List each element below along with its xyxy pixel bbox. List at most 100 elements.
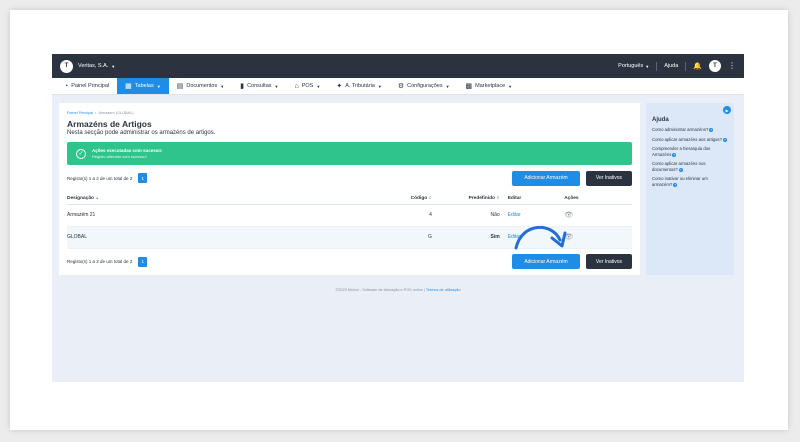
app-window: T Veritas, S.A. ▼ Português ▼ Ajuda 🔔 T … bbox=[52, 54, 744, 382]
nav-pos[interactable]: ⌂ POS ▼ bbox=[287, 78, 329, 94]
company-name: Veritas, S.A. bbox=[78, 63, 109, 69]
cell-actions: 👁 bbox=[564, 226, 632, 248]
help-panel: ▶ Ajuda Como administrar armazéns?? Como… bbox=[646, 103, 734, 275]
nav-painel-principal[interactable]: ◔ Painel Principal bbox=[56, 78, 117, 94]
help-circle-icon: ? bbox=[722, 137, 727, 142]
records-count: Registo(s) 1 a 2 de um total de 2 bbox=[67, 175, 133, 181]
add-warehouse-button[interactable]: Adicionar Armazém bbox=[512, 254, 580, 269]
language-selector[interactable]: Português ▼ bbox=[618, 63, 649, 69]
alert-title: Ações executadas com sucesso: bbox=[92, 148, 163, 153]
nav-label: POS bbox=[301, 83, 314, 89]
help-circle-icon: ? bbox=[673, 183, 678, 188]
help-circle-icon: ? bbox=[672, 152, 677, 157]
nav-label: Consultas bbox=[247, 83, 272, 89]
table-icon: ▦ bbox=[125, 82, 132, 90]
nav-marketplace[interactable]: ▩ Marketplace ▼ bbox=[458, 78, 521, 94]
language-label: Português bbox=[618, 63, 644, 69]
help-link[interactable]: Como aplicar armazéns nos documentos?? bbox=[652, 161, 728, 172]
marketplace-icon: ▩ bbox=[465, 82, 473, 90]
bell-icon[interactable]: 🔔 bbox=[693, 62, 702, 70]
main-panel: Painel Principal › Armazém (GLOBAL) Arma… bbox=[59, 103, 640, 275]
chevron-down-icon: ▼ bbox=[316, 83, 321, 89]
divider bbox=[685, 61, 687, 71]
chevron-down-icon: ▼ bbox=[508, 83, 513, 89]
footer-copyright: ©2023 Moloni - Software de faturação e P… bbox=[335, 288, 423, 292]
tax-icon: ✦ bbox=[336, 82, 343, 90]
cell-code: G bbox=[394, 226, 440, 248]
footer-terms-link[interactable]: Termos de utilização bbox=[426, 288, 461, 292]
hide-eye-icon[interactable]: 👁 bbox=[564, 234, 573, 241]
page-subtitle: Nesta secção pode administrar os armazén… bbox=[67, 130, 216, 136]
nav-label: Painel Principal bbox=[71, 83, 110, 89]
nav-label: Configurações bbox=[407, 83, 443, 89]
pager-row-top: Registo(s) 1 a 2 de um total de 2 1 Adic… bbox=[67, 169, 632, 187]
page-button[interactable]: 1 bbox=[138, 256, 148, 267]
chevron-down-icon: ▼ bbox=[445, 83, 450, 89]
main-nav: ◔ Painel Principal ▦ Tabelas ▼ ▤ Documen… bbox=[52, 78, 744, 95]
company-logo[interactable]: T bbox=[60, 59, 73, 73]
view-inactive-button[interactable]: Ver Inativos bbox=[586, 254, 632, 269]
cell-name: GLOBAL bbox=[67, 226, 395, 248]
sort-up-icon: ▲ bbox=[95, 195, 100, 201]
collapse-arrow-icon[interactable]: ▶ bbox=[723, 106, 731, 114]
chevron-down-icon: ▼ bbox=[377, 83, 382, 89]
nav-label: Documentos bbox=[186, 83, 218, 89]
col-header-edit: Editar bbox=[507, 193, 565, 205]
table-row: Armazém 21 4 Não Editar 👁 bbox=[67, 204, 632, 226]
help-title: Ajuda bbox=[652, 117, 669, 123]
help-circle-icon: ? bbox=[709, 128, 714, 132]
more-vertical-icon[interactable]: ⋮ bbox=[728, 62, 736, 70]
alert-message: Registo alterado com sucesso! bbox=[92, 154, 147, 159]
help-link[interactable]: Como aplicar armazéns aos artigos?? bbox=[652, 137, 728, 143]
edit-link[interactable]: Editar bbox=[507, 226, 565, 248]
col-header-name[interactable]: Designação ▲ bbox=[67, 193, 395, 205]
chevron-down-icon: ▼ bbox=[645, 63, 650, 69]
cell-default: Sim bbox=[439, 226, 508, 248]
breadcrumb: Painel Principal › Armazém (GLOBAL) bbox=[67, 111, 632, 115]
add-warehouse-button[interactable]: Adicionar Armazém bbox=[512, 170, 580, 186]
settings-icon: ⚙ bbox=[397, 82, 405, 90]
chevron-down-icon: ▼ bbox=[156, 83, 161, 89]
document-icon: ▤ bbox=[176, 82, 184, 90]
check-icon: ✓ bbox=[76, 148, 86, 159]
footer: ©2023 Moloni - Software de faturação e P… bbox=[335, 288, 461, 292]
help-link[interactable]: Como administrar armazéns?? bbox=[652, 127, 728, 133]
pager-row-bottom: Registo(s) 1 a 2 de um total de 2 1 Adic… bbox=[67, 253, 632, 271]
col-header-code[interactable]: Código ⇕ bbox=[394, 193, 440, 205]
warehouses-table: Designação ▲ Código ⇕ Predefinido ⇕ Edit… bbox=[67, 193, 632, 249]
view-inactive-button[interactable]: Ver Inativos bbox=[586, 170, 632, 186]
avatar[interactable]: T bbox=[709, 60, 721, 72]
records-count: Registo(s) 1 a 2 de um total de 2 bbox=[67, 259, 133, 264]
col-header-default[interactable]: Predefinido ⇕ bbox=[439, 193, 508, 205]
page-title: Armazéns de Artigos bbox=[67, 119, 152, 129]
chevron-down-icon: ▼ bbox=[220, 83, 225, 89]
cell-code: 4 bbox=[429, 212, 432, 218]
breadcrumb-current: Armazém (GLOBAL) bbox=[98, 111, 134, 115]
divider bbox=[656, 61, 658, 71]
nav-label: A. Tributária bbox=[345, 83, 375, 89]
cell-name: Armazém 21 bbox=[67, 212, 96, 218]
chevron-down-icon: ▼ bbox=[274, 83, 279, 89]
sort-icon: ⇕ bbox=[496, 195, 500, 201]
col-header-actions: Ações bbox=[564, 193, 632, 205]
help-link[interactable]: Como inativar ou eliminar um armazém?? bbox=[652, 176, 728, 188]
chart-icon: ▮ bbox=[240, 82, 245, 90]
nav-a-tributaria[interactable]: ✦ A. Tributária ▼ bbox=[328, 78, 390, 94]
nav-documentos[interactable]: ▤ Documentos ▼ bbox=[169, 78, 232, 94]
edit-link[interactable]: Editar bbox=[508, 204, 565, 226]
help-link[interactable]: Compreender a hierarquia dos Armazéns? bbox=[652, 146, 728, 157]
sort-icon: ⇕ bbox=[428, 195, 432, 201]
breadcrumb-root[interactable]: Painel Principal bbox=[67, 111, 93, 115]
hide-eye-icon[interactable]: 👁 bbox=[564, 212, 573, 219]
nav-tabelas[interactable]: ▦ Tabelas ▼ bbox=[117, 78, 169, 94]
help-circle-icon: ? bbox=[678, 167, 683, 172]
cell-default: Não bbox=[490, 212, 500, 218]
nav-label: Tabelas bbox=[134, 83, 154, 89]
company-selector[interactable]: Veritas, S.A. ▼ bbox=[78, 63, 115, 69]
page-button[interactable]: 1 bbox=[138, 173, 148, 183]
nav-label: Marketplace bbox=[475, 83, 506, 89]
help-link[interactable]: Ajuda bbox=[664, 63, 678, 69]
nav-consultas[interactable]: ▮ Consultas ▼ bbox=[232, 78, 286, 94]
success-alert: ✓ Ações executadas com sucesso: Registo … bbox=[67, 142, 632, 165]
nav-configuracoes[interactable]: ⚙ Configurações ▼ bbox=[390, 78, 458, 94]
